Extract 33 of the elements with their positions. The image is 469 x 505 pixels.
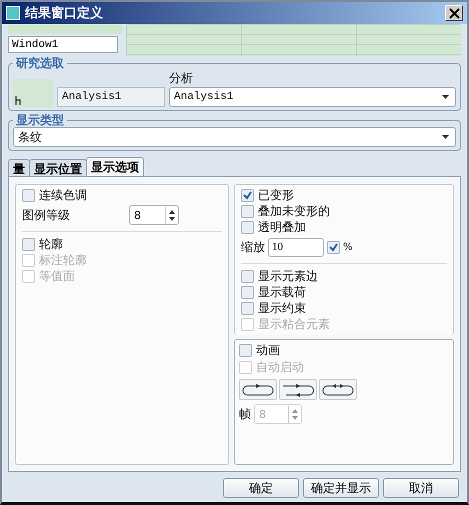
name-field[interactable]: Window1: [8, 36, 118, 53]
group-title: 显示类型: [15, 113, 65, 127]
legend-levels-label: 图例等级: [22, 206, 71, 224]
checkbox-label: 标注轮廓: [39, 252, 87, 269]
checkbox-label: 叠加未变形的: [258, 203, 330, 220]
tab[interactable]: 量: [8, 159, 30, 176]
checkbox-label: 显示粘合元素: [258, 316, 330, 333]
display-type-dropdown[interactable]: 条纹: [13, 127, 456, 147]
checkbox-label: 轮廓: [39, 236, 63, 253]
dialog-button[interactable]: 确定并显示: [303, 478, 379, 498]
scale-field[interactable]: 10: [268, 238, 324, 256]
checkbox-label: 显示约束: [258, 300, 306, 317]
analysis-dropdown[interactable]: Analysis1: [169, 87, 456, 107]
percent-label: %: [343, 242, 353, 252]
checkbox-label: 等值面: [39, 268, 75, 285]
checkbox-label: 自动启动: [256, 359, 304, 376]
frames-label: 帧: [239, 406, 251, 422]
study-field: Analysis1: [57, 87, 165, 107]
checkbox-label: 连续色调: [39, 187, 87, 204]
analysis-label: 分析: [169, 70, 194, 87]
checkbox-label: 显示载荷: [258, 284, 306, 301]
scale-label: 缩放: [241, 238, 265, 256]
checkbox-label: 透明叠加: [258, 219, 306, 236]
group-title: 研究选取: [14, 56, 65, 70]
tab[interactable]: 显示选项: [86, 157, 144, 176]
dialog-button[interactable]: 取消: [383, 478, 459, 498]
checkbox-label: 显示元素边: [258, 268, 318, 285]
checkbox-label: 已变形: [258, 187, 294, 204]
checkbox-label: 动画: [256, 342, 280, 359]
dialog-button[interactable]: 确定: [223, 478, 299, 498]
levels-spinner[interactable]: 8: [129, 205, 179, 225]
tab[interactable]: 显示位置: [29, 159, 87, 176]
window-title: 结果窗口定义: [25, 4, 104, 22]
